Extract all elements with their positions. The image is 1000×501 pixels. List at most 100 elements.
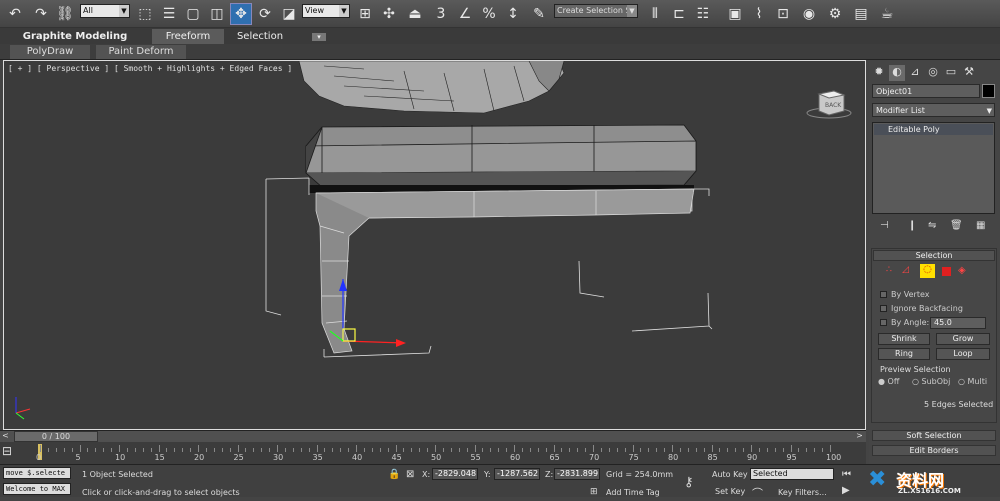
rotate-icon[interactable]: ⟳ [254, 3, 276, 25]
key-filters-button[interactable]: Key Filters... [778, 488, 827, 497]
polygon-level-icon[interactable] [942, 267, 951, 276]
curve-editor-icon[interactable]: ⌇ [748, 3, 770, 25]
set-key-button[interactable]: Set Key [715, 487, 745, 496]
make-unique-icon[interactable]: ⇋ [928, 220, 936, 231]
remove-modifier-icon[interactable]: 🗑 [950, 220, 963, 231]
time-slider[interactable]: < 0 / 100 > [0, 430, 866, 442]
shrink-button[interactable]: Shrink [878, 333, 930, 345]
grow-button[interactable]: Grow [936, 333, 990, 345]
spinner-snap-icon[interactable]: ↕ [502, 3, 524, 25]
edit-borders-rollout[interactable]: Edit Borders [872, 445, 996, 456]
edge-level-icon[interactable]: ◿ [902, 265, 909, 275]
tab-selection[interactable]: Selection [228, 29, 292, 44]
schematic-view-icon[interactable]: ⊡ [772, 3, 794, 25]
render-setup-icon[interactable]: ⚙ [824, 3, 846, 25]
angle-spinner[interactable]: 45.0 [930, 317, 986, 329]
rendered-frame-icon[interactable]: ▤ [850, 3, 872, 25]
reference-coordinate-dropdown[interactable]: View ▼ [302, 4, 350, 18]
named-selection-dropdown[interactable]: Create Selection Se ▼ [554, 4, 638, 18]
preview-off-radio[interactable]: ● Off [878, 377, 899, 386]
percent-snap-icon[interactable]: % [478, 3, 500, 25]
object-name-field[interactable]: Object01 [872, 84, 980, 98]
display-tab-icon[interactable]: ▭ [943, 65, 959, 81]
keyboard-shortcut-icon[interactable]: ⏏ [404, 3, 426, 25]
play-icon[interactable]: ▶ [842, 485, 850, 496]
object-color-swatch[interactable] [982, 84, 995, 98]
redo-icon[interactable]: ↷ [30, 3, 52, 25]
select-object-icon[interactable]: ⬚ [134, 3, 156, 25]
x-coordinate-field[interactable]: -2829.048 [432, 468, 478, 480]
select-manipulate-icon[interactable]: ✣ [378, 3, 400, 25]
maxscript-listener[interactable]: move $.selecte [3, 467, 71, 479]
key-icon[interactable]: ⚷ [684, 475, 694, 490]
freeform-panel-tabs: PolyDraw Paint Deform [0, 44, 1000, 60]
undo-icon[interactable]: ↶ [4, 3, 26, 25]
track-tick [498, 448, 500, 452]
layer-manager-icon[interactable]: ☷ [692, 3, 714, 25]
mini-curve-editor-icon[interactable]: ⊟ [2, 444, 20, 460]
absolute-mode-icon[interactable]: ⊠ [406, 469, 414, 480]
vertex-level-icon[interactable]: ∴ [886, 265, 892, 275]
element-level-icon[interactable]: ◈ [958, 265, 966, 276]
configure-sets-icon[interactable]: ▦ [976, 220, 985, 231]
mirror-icon[interactable]: ⫴ [644, 3, 666, 25]
selection-rollout-header[interactable]: Selection [873, 250, 995, 261]
time-prev-icon[interactable]: < [1, 431, 10, 442]
preview-subobj-radio[interactable]: ○ SubObj [912, 377, 950, 386]
move-icon[interactable]: ✥ [230, 3, 252, 25]
border-level-icon[interactable]: ◌ [920, 264, 935, 278]
by-vertex-checkbox[interactable]: By Vertex [880, 290, 929, 299]
time-tag-icon[interactable]: ⊞ [590, 487, 598, 497]
z-coordinate-field[interactable]: -2831.899 [554, 468, 600, 480]
watermark-url: ZL.XS1616.COM [898, 487, 961, 495]
window-crossing-icon[interactable]: ◫ [206, 3, 228, 25]
pin-stack-icon[interactable]: ⊣ [880, 220, 889, 231]
pivot-center-icon[interactable]: ⊞ [354, 3, 376, 25]
key-mode-dropdown[interactable]: Selected [750, 468, 834, 480]
snap-toggle-icon[interactable]: 3 [430, 3, 452, 25]
preview-multi-radio[interactable]: ○ Multi [958, 377, 987, 386]
time-next-icon[interactable]: > [855, 431, 864, 442]
time-slider-thumb[interactable]: 0 / 100 [14, 431, 98, 442]
motion-tab-icon[interactable]: ◎ [925, 65, 941, 81]
auto-key-button[interactable]: Auto Key [712, 470, 748, 479]
maxscript-output[interactable]: Welcome to MAX [3, 483, 71, 495]
track-bar[interactable]: ⊟ 0 5 10 15 20 25 30 35 40 45 50 55 60 65 70 75 80 85 90 95… [0, 442, 866, 464]
link-icon[interactable]: ⛓ [54, 3, 76, 25]
perspective-viewport[interactable]: [ + ] [ Perspective ] [ Smooth + Highlig… [3, 60, 866, 430]
show-end-result-icon[interactable]: ❙ [908, 220, 916, 231]
modifier-list-dropdown[interactable]: Modifier List ▼ [872, 103, 995, 117]
tab-polydraw[interactable]: PolyDraw [10, 45, 90, 59]
rectangle-selection-icon[interactable]: ▢ [182, 3, 204, 25]
edit-named-selection-icon[interactable]: ✎ [528, 3, 550, 25]
goto-start-icon[interactable]: ⏮ [842, 469, 851, 480]
scale-icon[interactable]: ◪ [278, 3, 300, 25]
y-coordinate-field[interactable]: -1287.562 [494, 468, 540, 480]
angle-snap-icon[interactable]: ∠ [454, 3, 476, 25]
selection-filter-dropdown[interactable]: All ▼ [80, 4, 130, 18]
modifier-stack[interactable]: Editable Poly [872, 122, 995, 214]
modify-tab-icon[interactable]: ◐ [889, 65, 905, 81]
lock-selection-icon[interactable]: 🔒 [388, 469, 400, 480]
ring-button[interactable]: Ring [878, 348, 930, 360]
key-tangent-icon[interactable]: ⌒ [752, 485, 763, 501]
graphite-toggle-icon[interactable]: ▣ [724, 3, 746, 25]
render-production-icon[interactable]: ☕ [876, 3, 898, 25]
add-time-tag-button[interactable]: Add Time Tag [606, 488, 660, 497]
ignore-backfacing-checkbox[interactable]: Ignore Backfacing [880, 304, 963, 313]
hierarchy-tab-icon[interactable]: ⊿ [907, 65, 923, 81]
select-by-name-icon[interactable]: ☰ [158, 3, 180, 25]
by-angle-checkbox[interactable]: By Angle: [880, 318, 929, 327]
loop-button[interactable]: Loop [936, 348, 990, 360]
tab-paint-deform[interactable]: Paint Deform [96, 45, 186, 59]
tab-freeform[interactable]: Freeform [152, 29, 224, 44]
create-tab-icon[interactable]: ✹ [871, 65, 887, 81]
utilities-tab-icon[interactable]: ⚒ [961, 65, 977, 81]
soft-selection-rollout[interactable]: Soft Selection [872, 430, 996, 441]
material-editor-icon[interactable]: ◉ [798, 3, 820, 25]
ribbon-collapse-icon[interactable]: ▾ [312, 33, 326, 41]
ribbon-title[interactable]: Graphite Modeling Tools [10, 29, 140, 57]
stack-item[interactable]: Editable Poly [874, 124, 993, 135]
align-icon[interactable]: ⊏ [668, 3, 690, 25]
preview-selection-label: Preview Selection [880, 365, 951, 374]
